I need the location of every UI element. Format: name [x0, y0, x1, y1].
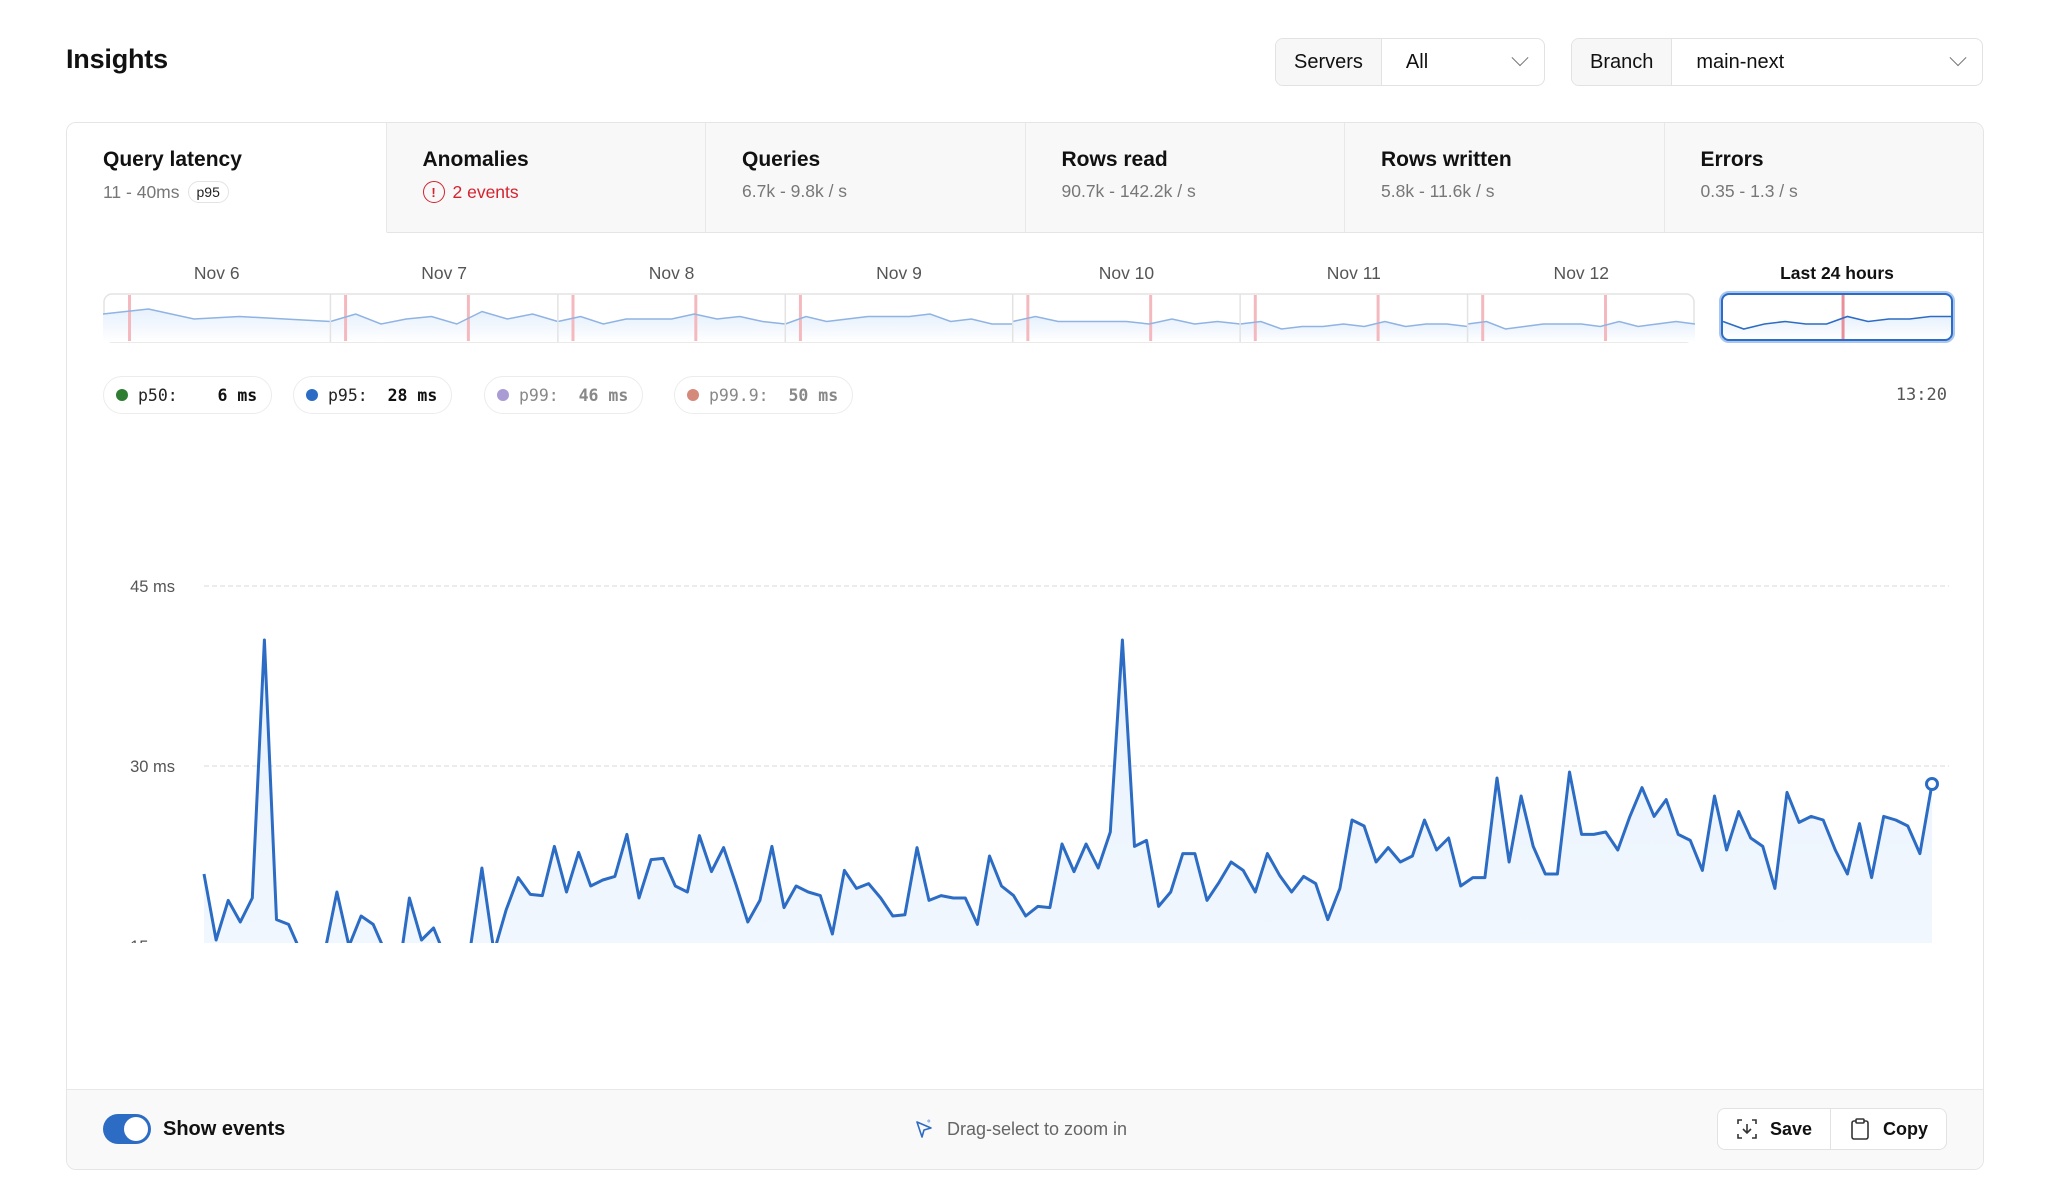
export-buttons: Save Copy [1716, 1108, 1947, 1150]
timeline-day-label: Nov 12 [1553, 263, 1610, 283]
save-label: Save [1769, 1118, 1812, 1139]
timeline-day-label: Nov 6 [193, 263, 240, 283]
page-title: Insights [66, 44, 168, 74]
tab-rows-read[interactable]: Rows read 90.7k - 142.2k / s [1025, 123, 1345, 233]
timeline-overview[interactable] [103, 293, 1695, 343]
tab-title: Query latency [103, 148, 242, 171]
tab-subtitle: 5.8k - 11.6k / s [1381, 181, 1495, 201]
branch-value: main-next [1696, 50, 1785, 73]
tab-subtitle: 90.7k - 142.2k / s [1061, 181, 1196, 201]
legend-value: 46 ms [578, 385, 629, 405]
alert-circle-icon: ! [422, 181, 445, 203]
branch-select[interactable]: main-next [1672, 39, 1982, 85]
tab-title: Anomalies [422, 148, 529, 171]
legend-key: p95: [328, 385, 388, 405]
legend-value: 6 ms [197, 385, 258, 405]
legend-item-p99-9[interactable]: p99.9: 50 ms [674, 376, 854, 414]
latency-chart[interactable]: 0 ms15 ms30 ms45 ms24h21h18h15h12h9h6h3h [67, 423, 1984, 943]
legend-dot-icon [306, 389, 318, 401]
tab-subtitle: 6.7k - 9.8k / s [742, 181, 848, 201]
tab-subtitle: 2 events [452, 181, 519, 202]
timeline-selected-label: Last 24 hours [1780, 263, 1894, 283]
series-area-p95 [204, 640, 1932, 943]
tab-rows-written[interactable]: Rows written 5.8k - 11.6k / s [1345, 123, 1665, 233]
tab-title: Rows read [1061, 148, 1168, 171]
event-marker [1253, 295, 1257, 341]
timeline-day-label: Nov 7 [421, 263, 467, 283]
tab-subtitle: 0.35 - 1.3 / s [1700, 181, 1798, 201]
tab-query-latency[interactable]: Query latency 11 - 40ms p95 [67, 123, 387, 233]
chevron-down-icon [1949, 49, 1967, 67]
tab-title: Rows written [1381, 148, 1512, 171]
copy-label: Copy [1883, 1118, 1928, 1139]
insights-card: Query latency 11 - 40ms p95 Anomalies ! 2 … [66, 122, 1984, 1170]
event-marker [1376, 295, 1380, 341]
legend-key: p50: [138, 385, 198, 405]
save-button[interactable]: Save [1718, 1109, 1830, 1149]
metric-tabs: Query latency 11 - 40ms p95 Anomalies ! 2 … [67, 123, 1983, 233]
toggle-knob [124, 1117, 148, 1141]
y-tick-label: 15 ms [130, 938, 175, 943]
branch-filter-label: Branch [1572, 39, 1673, 85]
timeline-day-label: Nov 10 [1098, 263, 1155, 283]
event-marker [1149, 295, 1153, 341]
legend-dot-icon [116, 389, 128, 401]
y-tick-label: 45 ms [130, 578, 175, 596]
timeline-day-label: Nov 9 [876, 263, 922, 283]
event-marker [1481, 295, 1485, 341]
legend-dot-icon [687, 389, 699, 401]
timeline-last-24-hours[interactable] [1719, 291, 1955, 343]
event-marker [694, 295, 698, 341]
legend-item-p99[interactable]: p99: 46 ms [484, 376, 644, 414]
legend-value: 28 ms [387, 385, 438, 405]
tab-anomalies[interactable]: Anomalies ! 2 events [386, 123, 706, 233]
servers-select[interactable]: All [1382, 39, 1544, 85]
legend-key: p99.9: [709, 385, 789, 405]
cursor-time: 13:20 [1895, 385, 1947, 405]
legend-key: p99: [519, 385, 579, 405]
y-tick-label: 30 ms [130, 758, 175, 776]
zoom-hint-text: Drag-select to zoom in [947, 1118, 1128, 1139]
servers-filter[interactable]: Servers All [1275, 38, 1545, 86]
show-events-toggle[interactable] [103, 1114, 151, 1144]
zoom-hint: Drag-select to zoom in [913, 1118, 1127, 1140]
download-icon [1737, 1119, 1757, 1139]
tab-title: Errors [1700, 148, 1764, 171]
legend-item-p50[interactable]: p50: 6 ms [103, 376, 273, 414]
legend-value: 50 ms [788, 385, 839, 405]
event-marker [128, 295, 132, 341]
timeline-day-label: Nov 11 [1326, 263, 1381, 283]
chart-footer: Show events Drag-select to zoom in Save … [67, 1089, 1983, 1169]
copy-button[interactable]: Copy [1830, 1109, 1946, 1149]
cursor-select-icon [916, 1119, 932, 1138]
tab-errors[interactable]: Errors 0.35 - 1.3 / s [1664, 123, 1983, 233]
tab-title: Queries [742, 148, 821, 171]
timeline-day-label: Nov 8 [648, 263, 695, 283]
event-marker [1604, 295, 1608, 341]
chevron-down-icon [1511, 49, 1529, 67]
legend-item-p95[interactable]: p95: 28 ms [293, 376, 453, 414]
series-endpoint-p95 [1925, 777, 1939, 791]
legend-dot-icon [497, 389, 509, 401]
tab-subtitle: 11 - 40ms [103, 181, 180, 202]
branch-filter[interactable]: Branch main-next [1571, 38, 1983, 86]
tab-queries[interactable]: Queries 6.7k - 9.8k / s [706, 123, 1026, 233]
clipboard-icon [1851, 1118, 1869, 1140]
show-events-label: Show events [163, 1118, 286, 1140]
servers-filter-label: Servers [1276, 39, 1382, 85]
percentile-badge: p95 [187, 181, 229, 203]
servers-value: All [1405, 50, 1429, 73]
